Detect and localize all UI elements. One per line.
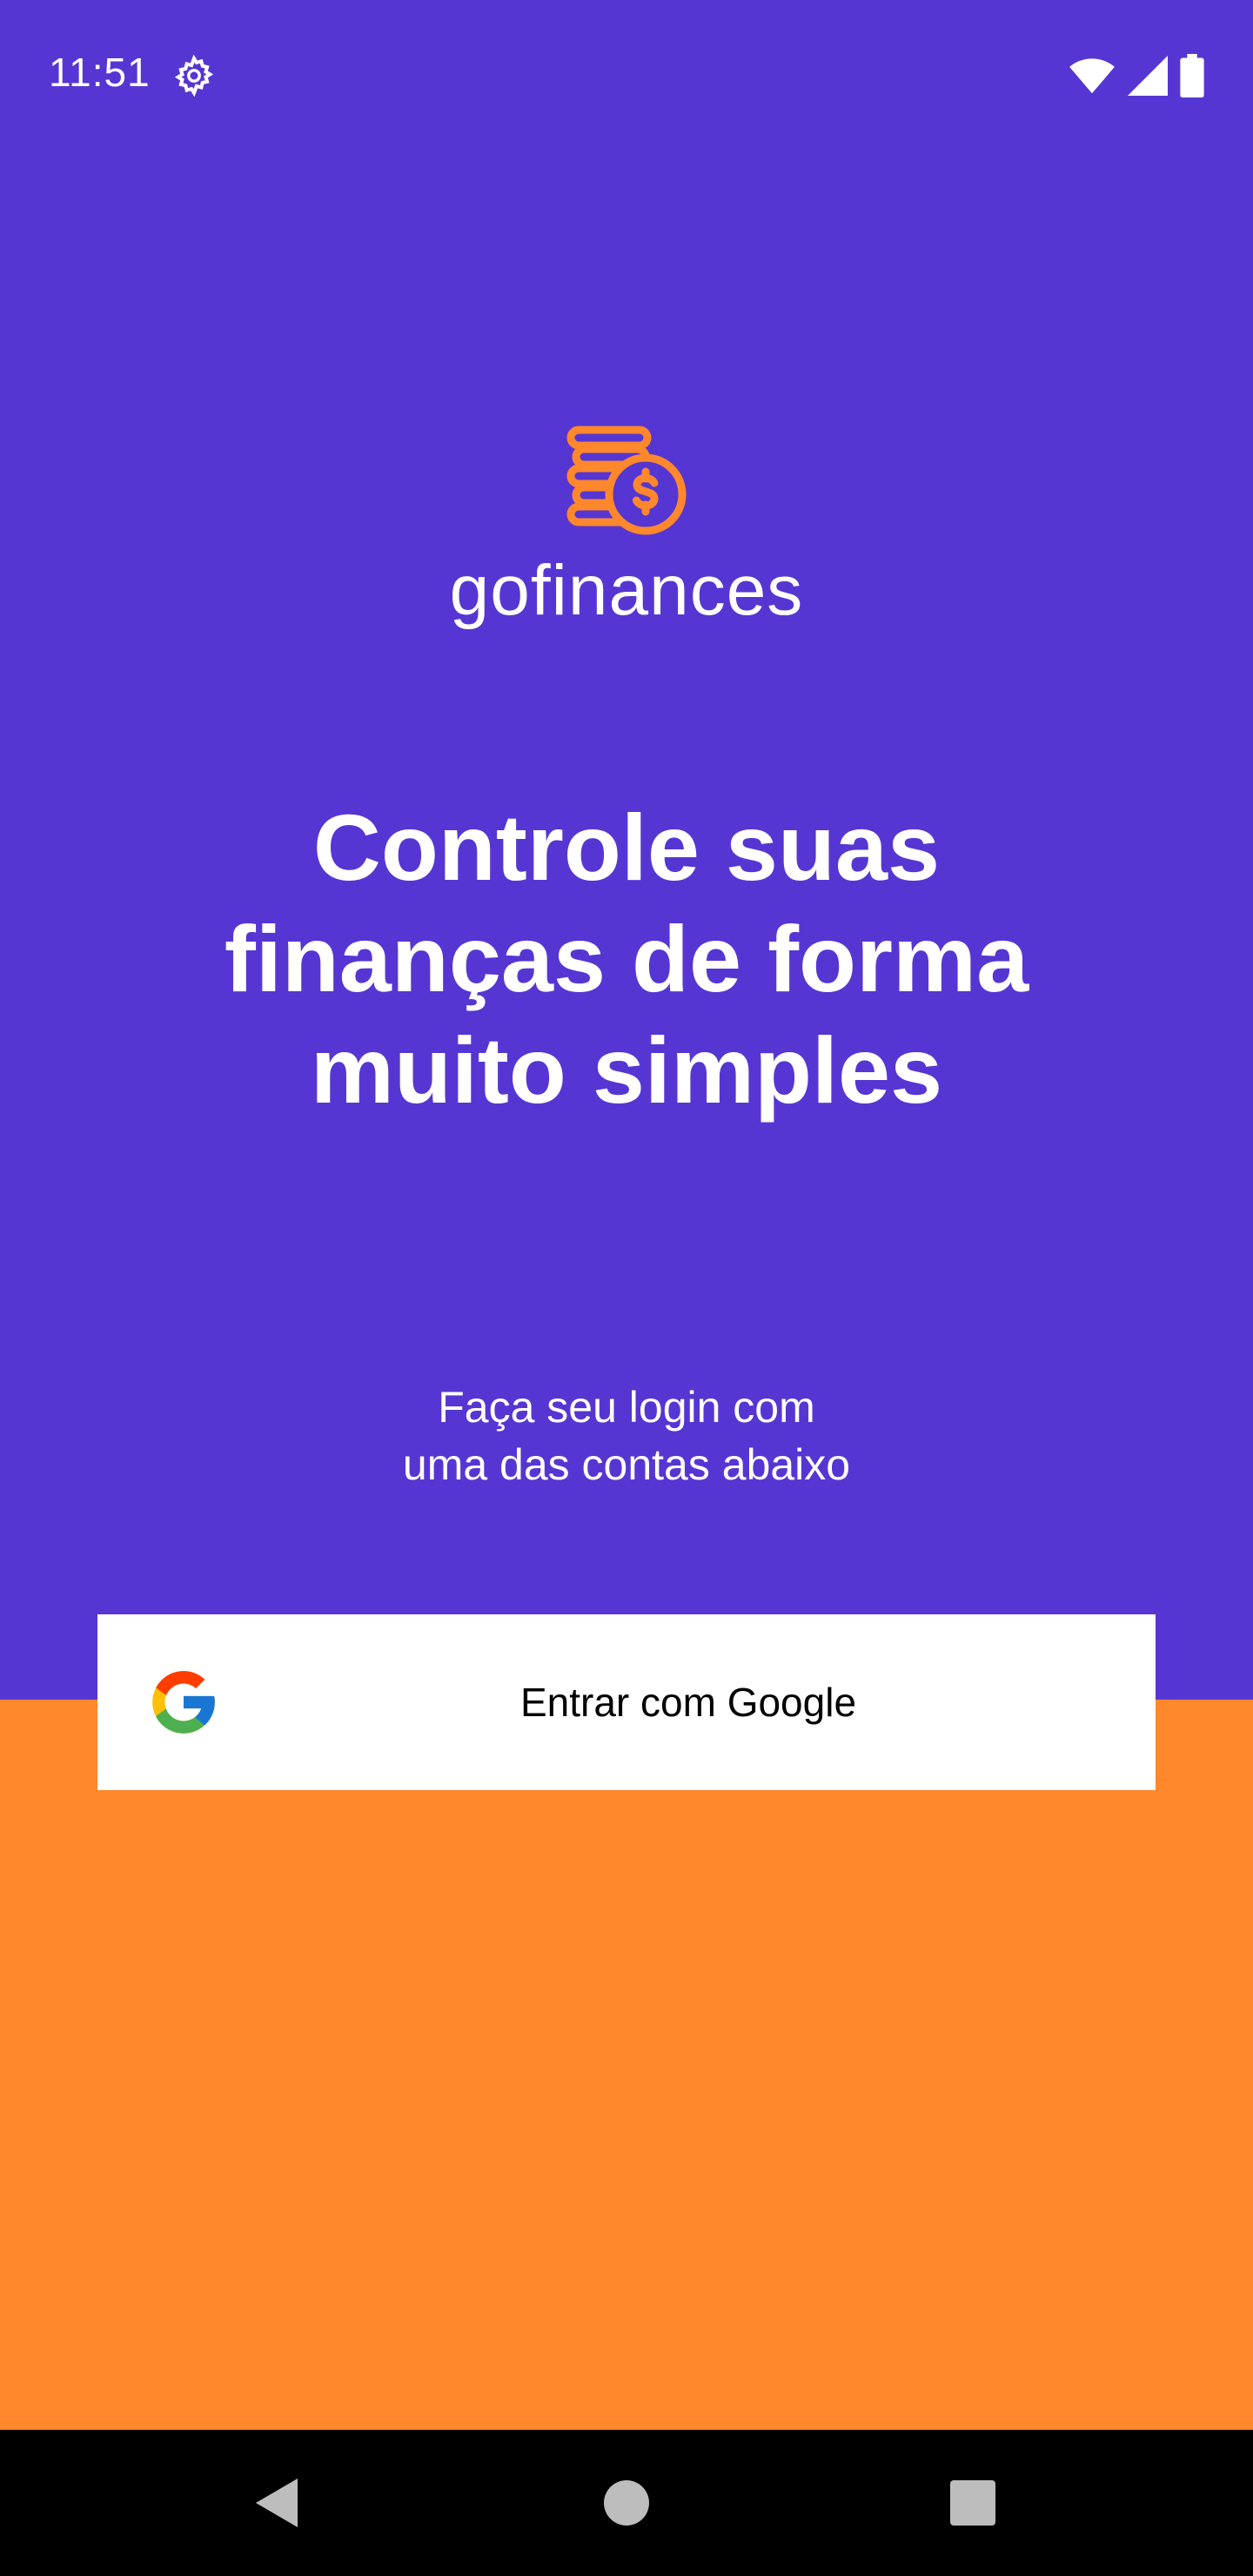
login-screen: 11:51 gofinances Controle suas finanças …	[0, 0, 1253, 2576]
app-logo: gofinances	[0, 425, 1253, 632]
wifi-icon	[1069, 58, 1115, 94]
navigation-bar	[0, 2430, 1253, 2576]
login-prompt-line-2: uma das contas abaixo	[402, 1440, 851, 1489]
headline-line-3: muito simples	[310, 1017, 943, 1123]
status-time: 11:51	[49, 50, 151, 95]
google-signin-button[interactable]: Entrar com Google	[97, 1614, 1156, 1790]
app-name: gofinances	[449, 551, 804, 630]
google-signin-label: Entrar com Google	[519, 1680, 857, 1725]
battery-icon	[1180, 54, 1204, 97]
back-icon[interactable]	[242, 2468, 312, 2538]
home-icon[interactable]	[592, 2468, 661, 2538]
headline: Controle suas finanças de forma muito si…	[0, 792, 1253, 1126]
login-prompt: Faça seu login com uma das contas abaixo	[0, 1379, 1253, 1493]
headline-line-2: finanças de forma	[224, 906, 1029, 1011]
recents-icon[interactable]	[938, 2468, 1008, 2538]
gear-icon	[174, 54, 214, 97]
login-prompt-line-1: Faça seu login com	[438, 1383, 815, 1432]
status-bar: 11:51	[0, 0, 1253, 148]
google-icon	[152, 1671, 215, 1734]
coins-dollar-icon	[566, 426, 687, 535]
headline-line-1: Controle suas	[312, 795, 941, 900]
status-icons	[1069, 52, 1204, 99]
signal-icon	[1128, 56, 1168, 96]
